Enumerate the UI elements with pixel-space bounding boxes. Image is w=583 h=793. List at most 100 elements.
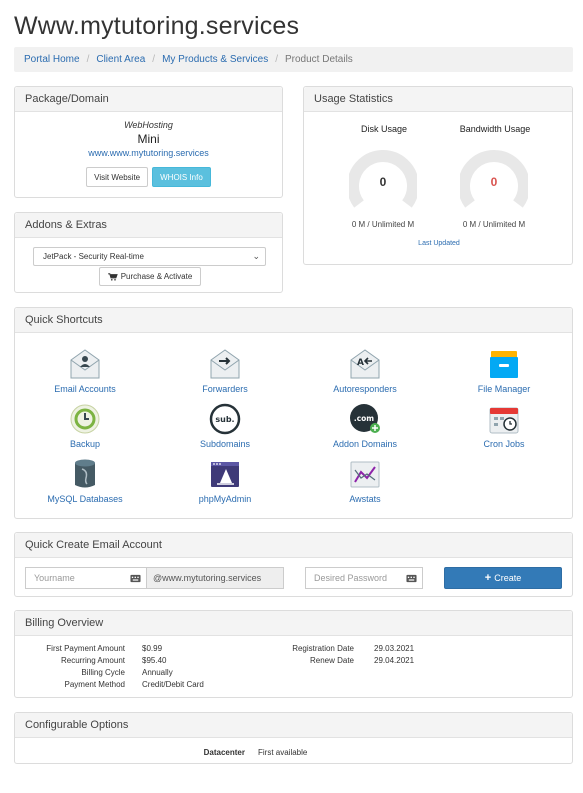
quick-shortcuts-title: Quick Shortcuts xyxy=(15,308,572,333)
package-panel: Package/Domain WebHosting Mini www.www.m… xyxy=(14,86,283,198)
last-updated-text: Last Updated xyxy=(418,240,460,247)
shortcut-label: phpMyAdmin xyxy=(198,494,252,504)
cart-icon xyxy=(107,272,118,281)
file-manager-icon xyxy=(490,351,518,378)
usage-panel-title: Usage Statistics xyxy=(304,87,572,112)
svg-text:A: A xyxy=(357,358,364,368)
breadcrumb-separator: / xyxy=(275,54,278,65)
create-email-button[interactable]: + Create xyxy=(444,567,562,589)
package-name: Mini xyxy=(137,132,160,146)
billing-value: Annually xyxy=(142,668,173,677)
shortcut-email-accounts[interactable]: Email Accounts xyxy=(25,348,145,394)
disk-usage-value: 0 xyxy=(379,175,387,189)
bandwidth-usage-summary: 0 M / Unlimited M xyxy=(462,220,526,229)
cron-jobs-icon xyxy=(489,407,519,434)
addons-panel-title: Addons & Extras xyxy=(15,213,282,238)
disk-usage-label: Disk Usage xyxy=(360,124,407,134)
shortcut-awstats[interactable]: Awstats xyxy=(305,458,425,504)
billing-overview-title: Billing Overview xyxy=(15,611,572,636)
billing-label: Registration Date xyxy=(292,644,354,653)
mysql-databases-icon xyxy=(75,459,95,488)
shortcut-label: Forwarders xyxy=(202,384,248,394)
billing-label: Recurring Amount xyxy=(60,656,125,665)
plus-icon: + xyxy=(484,572,492,584)
email-username-input[interactable]: Yourname xyxy=(25,567,147,589)
awstats-icon xyxy=(350,461,380,488)
billing-label: Billing Cycle xyxy=(81,668,125,677)
breadcrumb-my-products[interactable]: My Products & Services xyxy=(162,54,268,65)
purchase-activate-label: Purchase & Activate xyxy=(120,272,193,281)
billing-value: 29.04.2021 xyxy=(374,656,415,665)
breadcrumb-separator: / xyxy=(152,54,156,65)
billing-label: Payment Method xyxy=(64,680,125,689)
package-panel-title: Package/Domain xyxy=(15,87,282,112)
autoresponders-icon: A xyxy=(350,349,380,379)
addon-domains-icon-text: .com xyxy=(354,414,374,423)
configurable-options-title: Configurable Options xyxy=(15,713,572,738)
billing-value: $0.99 xyxy=(142,644,163,653)
billing-value: Credit/Debit Card xyxy=(142,680,204,689)
visit-website-button[interactable]: Visit Website xyxy=(86,167,149,187)
package-domain-link[interactable]: www.www.mytutoring.services xyxy=(15,148,282,158)
configurable-options-panel: Configurable Options Datacenter First av… xyxy=(14,712,573,764)
disk-usage-gauge: 0 xyxy=(347,148,419,216)
addon-select[interactable]: JetPack - Security Real-time ⌄ xyxy=(33,247,266,266)
forwarders-icon xyxy=(210,349,240,379)
shortcut-label: Addon Domains xyxy=(332,439,398,449)
subdomains-icon: sub. xyxy=(209,403,241,435)
breadcrumb-portal-home[interactable]: Portal Home xyxy=(24,54,80,65)
package-type: WebHosting xyxy=(124,120,173,130)
addon-domains-icon: .com xyxy=(350,404,380,433)
email-domain-suffix: @www.mytutoring.services xyxy=(146,567,284,589)
config-option-label: Datacenter xyxy=(203,748,245,757)
quick-shortcuts-panel: Quick Shortcuts Email Accounts Forwarder… xyxy=(14,307,573,519)
config-option-value: First available xyxy=(258,748,308,757)
quick-create-email-panel: Quick Create Email Account Yourname @www… xyxy=(14,532,573,597)
billing-label: First Payment Amount xyxy=(46,644,125,653)
page-title: Www.mytutoring.services xyxy=(14,12,300,40)
quick-create-email-title: Quick Create Email Account xyxy=(15,533,572,558)
shortcut-cron-jobs[interactable]: Cron Jobs xyxy=(444,403,564,449)
shortcut-mysql-databases[interactable]: MySQL Databases xyxy=(25,458,145,504)
purchase-activate-button[interactable]: Purchase & Activate xyxy=(99,267,201,286)
shortcut-forwarders[interactable]: Forwarders xyxy=(165,348,285,394)
bandwidth-usage-label: Bandwidth Usage xyxy=(459,124,531,134)
addon-select-value: JetPack - Security Real-time xyxy=(43,252,144,261)
phpmyadmin-icon xyxy=(211,462,239,487)
chevron-down-icon: ⌄ xyxy=(252,251,260,261)
billing-value: $95.40 xyxy=(142,656,167,665)
shortcut-label: Awstats xyxy=(349,494,381,504)
disk-usage-summary: 0 M / Unlimited M xyxy=(351,220,415,229)
email-accounts-icon xyxy=(70,349,100,379)
breadcrumb-client-area[interactable]: Client Area xyxy=(96,54,145,65)
breadcrumb-current: Product Details xyxy=(285,54,353,65)
backup-icon xyxy=(70,404,100,434)
shortcut-file-manager[interactable]: File Manager xyxy=(444,348,564,394)
keyboard-icon xyxy=(406,574,417,583)
create-email-label: Create xyxy=(494,573,522,583)
shortcut-phpmyadmin[interactable]: phpMyAdmin xyxy=(165,458,285,504)
addons-panel: Addons & Extras JetPack - Security Real-… xyxy=(14,212,283,293)
email-password-input[interactable]: Desired Password xyxy=(305,567,423,589)
shortcut-label: Autoresponders xyxy=(333,384,397,394)
shortcut-label: Email Accounts xyxy=(54,384,116,394)
email-password-placeholder: Desired Password xyxy=(314,573,388,583)
breadcrumb: Portal Home / Client Area / My Products … xyxy=(14,47,573,72)
shortcut-subdomains[interactable]: sub. Subdomains xyxy=(165,403,285,449)
bandwidth-usage-value: 0 xyxy=(490,175,498,189)
breadcrumb-separator: / xyxy=(86,54,90,65)
shortcut-autoresponders[interactable]: A Autoresponders xyxy=(305,348,425,394)
usage-panel: Usage Statistics Disk Usage Bandwidth Us… xyxy=(303,86,573,265)
shortcut-backup[interactable]: Backup xyxy=(25,403,145,449)
shortcut-label: MySQL Databases xyxy=(47,494,123,504)
shortcut-label: Cron Jobs xyxy=(483,439,525,449)
shortcut-label: File Manager xyxy=(477,384,531,394)
bandwidth-usage-gauge: 0 xyxy=(458,148,530,216)
whois-info-button[interactable]: WHOIS Info xyxy=(152,167,211,187)
email-username-placeholder: Yourname xyxy=(34,573,75,583)
billing-label: Renew Date xyxy=(309,656,354,665)
shortcut-addon-domains[interactable]: .com Addon Domains xyxy=(305,403,425,449)
shortcut-label: Subdomains xyxy=(199,439,251,449)
subdomains-icon-text: sub. xyxy=(215,415,234,424)
shortcut-label: Backup xyxy=(69,439,101,449)
